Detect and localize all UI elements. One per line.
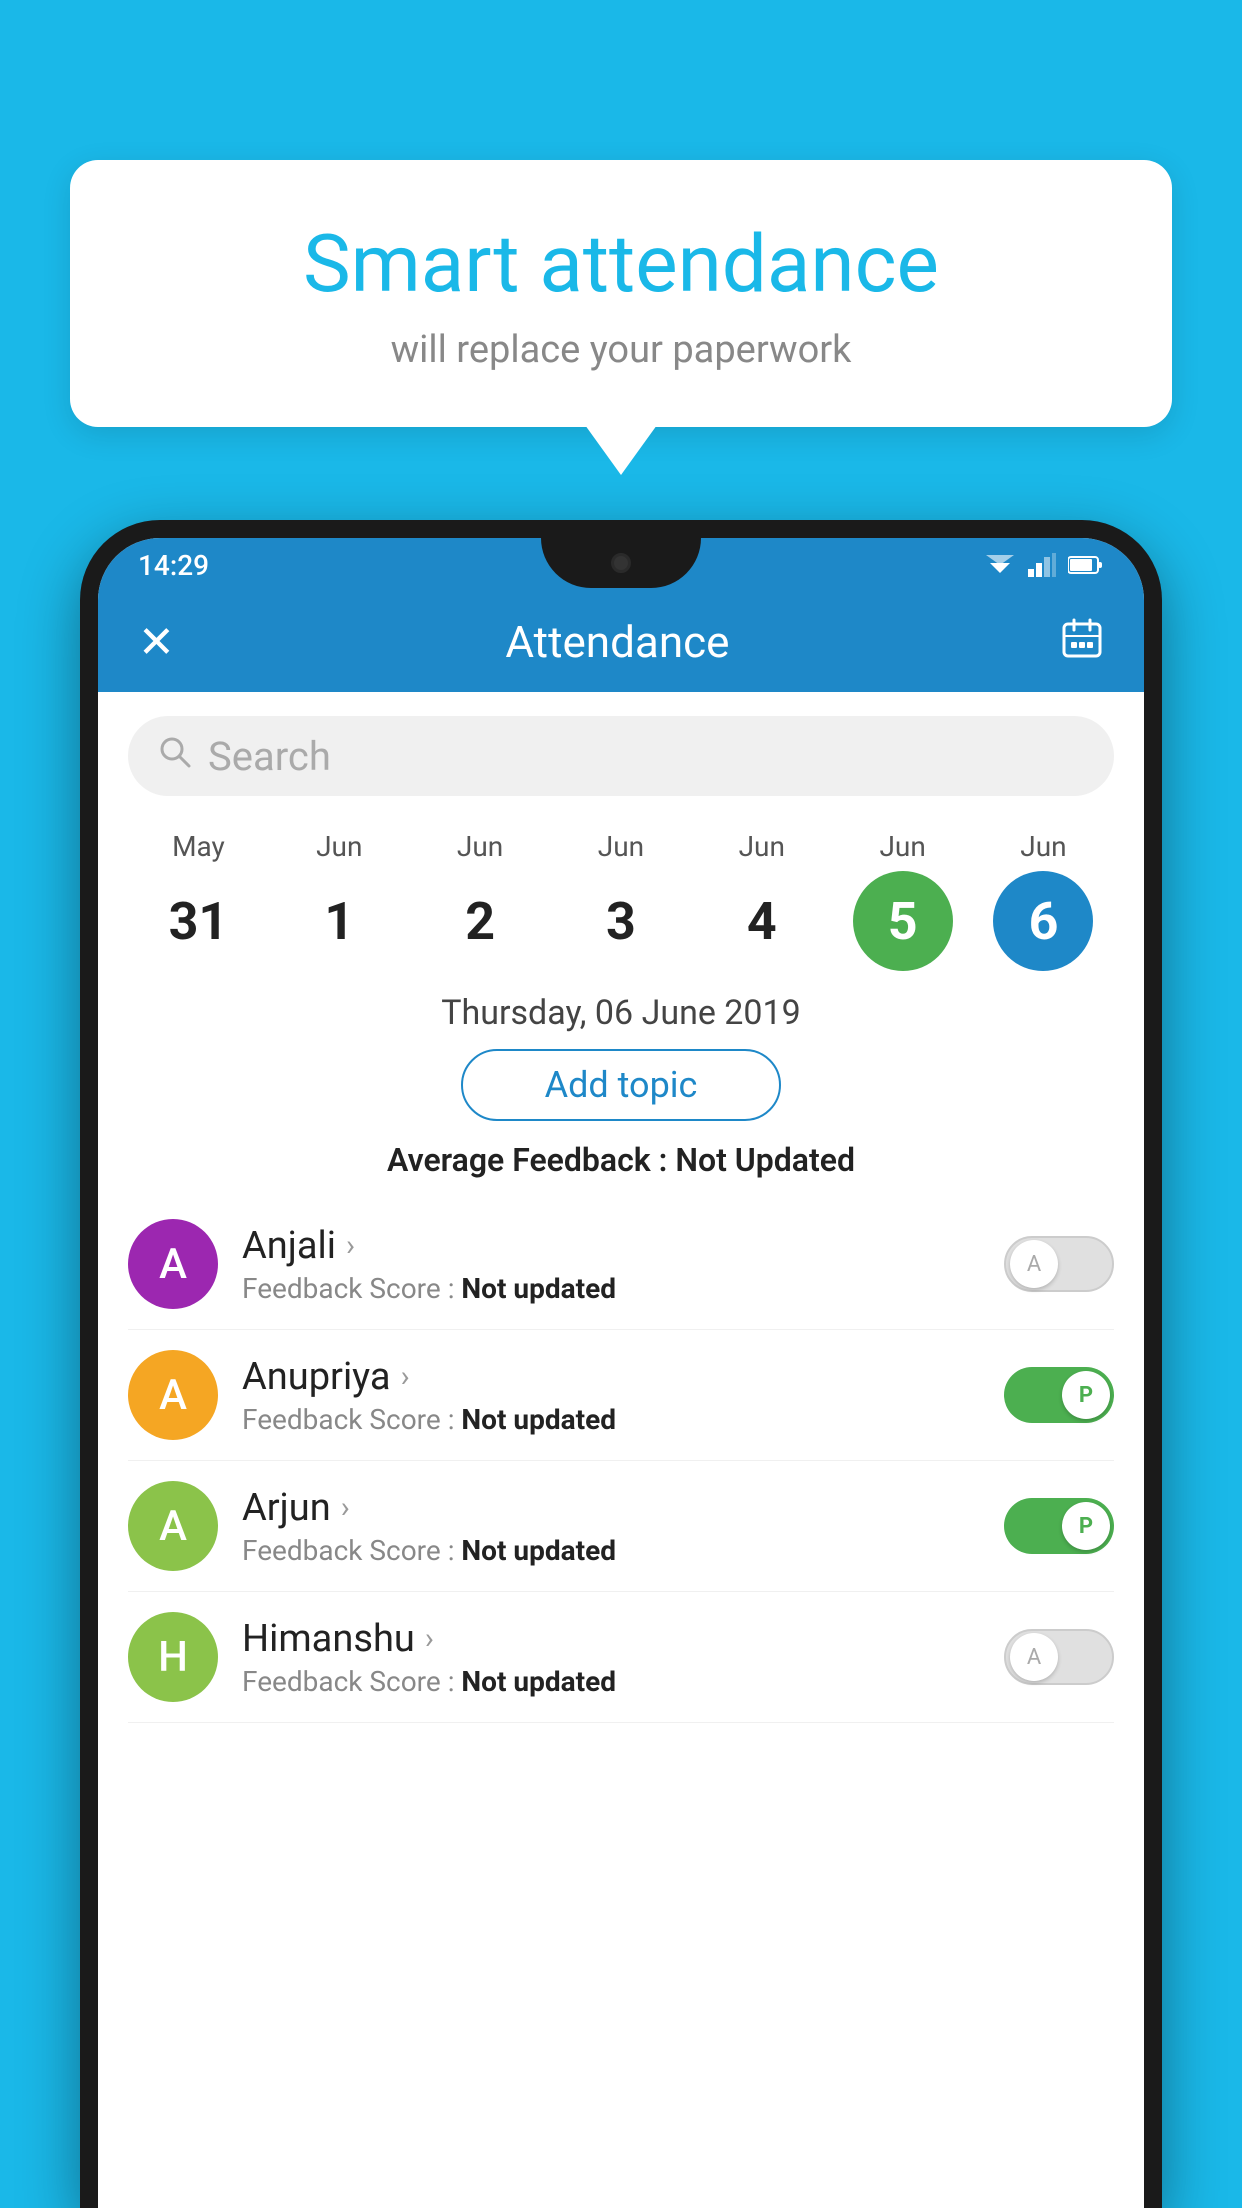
attendance-toggle[interactable]: A	[1004, 1236, 1114, 1292]
cal-month-label: Jun	[1020, 830, 1066, 863]
student-feedback: Feedback Score : Not updated	[242, 1272, 1004, 1305]
cal-day-6[interactable]: Jun 6	[983, 830, 1103, 971]
status-icons	[984, 553, 1104, 577]
student-item[interactable]: A Anupriya › Feedback Score : Not updated P	[128, 1330, 1114, 1461]
student-name: Anupriya ›	[242, 1355, 1004, 1399]
cal-day-2[interactable]: Jun 2	[420, 830, 540, 971]
chevron-right-icon: ›	[341, 1490, 350, 1525]
cal-day-4[interactable]: Jun 4	[702, 830, 822, 971]
cal-day-3[interactable]: Jun 3	[561, 830, 681, 971]
cal-month-label: Jun	[316, 830, 362, 863]
student-avatar: A	[128, 1350, 218, 1440]
search-input[interactable]: Search	[208, 733, 331, 780]
feedback-value: Not updated	[461, 1534, 616, 1567]
student-item[interactable]: AAnjali ›Feedback Score : Not updatedA	[128, 1199, 1114, 1330]
student-name: Himanshu ›	[242, 1617, 1004, 1661]
chevron-right-icon: ›	[401, 1359, 410, 1394]
selected-date-label: Thursday, 06 June 2019	[98, 993, 1144, 1033]
calendar-icon	[1060, 616, 1104, 660]
student-feedback: Feedback Score : Not updated	[242, 1534, 1004, 1567]
cal-num-label: 1	[289, 871, 389, 971]
speech-bubble: Smart attendance will replace your paper…	[70, 160, 1172, 427]
search-icon	[158, 735, 192, 778]
student-avatar: A	[128, 1219, 218, 1309]
toggle-knob: A	[1010, 1633, 1058, 1681]
student-name-text: Anupriya	[242, 1355, 391, 1399]
student-info: Anjali › Feedback Score : Not updated	[242, 1224, 1004, 1305]
signal-icon	[1028, 553, 1056, 577]
add-topic-button[interactable]: Add topic	[461, 1049, 781, 1121]
feedback-value: Not updated	[461, 1403, 616, 1436]
student-name-text: Himanshu	[242, 1617, 415, 1661]
cal-day-1[interactable]: Jun 1	[279, 830, 399, 971]
avg-feedback-value: Not Updated	[675, 1141, 855, 1179]
cal-num-label: 6	[993, 871, 1093, 971]
attendance-toggle[interactable]: P	[1004, 1367, 1114, 1423]
student-name-text: Arjun	[242, 1486, 331, 1530]
student-info: Anupriya › Feedback Score : Not updated	[242, 1355, 1004, 1436]
notch	[541, 538, 701, 588]
speech-bubble-subtitle: will replace your paperwork	[120, 328, 1122, 372]
toggle-knob: P	[1062, 1502, 1110, 1550]
cal-month-label: Jun	[739, 830, 785, 863]
status-time: 14:29	[138, 549, 209, 582]
avg-feedback-label: Average Feedback :	[387, 1141, 675, 1179]
feedback-value: Not updated	[461, 1665, 616, 1698]
phone-frame: 14:29	[80, 520, 1162, 2208]
attendance-toggle[interactable]: A	[1004, 1629, 1114, 1685]
cal-day-31[interactable]: May 31	[138, 830, 258, 971]
student-name: Anjali ›	[242, 1224, 1004, 1268]
cal-month-label: Jun	[457, 830, 503, 863]
student-name: Arjun ›	[242, 1486, 1004, 1530]
student-feedback: Feedback Score : Not updated	[242, 1403, 1004, 1436]
app-header: ✕ Attendance	[98, 592, 1144, 692]
chevron-right-icon: ›	[346, 1228, 355, 1263]
toggle-knob: A	[1010, 1240, 1058, 1288]
cal-month-label: Jun	[879, 830, 925, 863]
notch-camera	[611, 553, 631, 573]
cal-day-5[interactable]: Jun 5	[843, 830, 963, 971]
student-name-text: Anjali	[242, 1224, 336, 1268]
battery-icon	[1068, 555, 1104, 575]
student-info: Arjun › Feedback Score : Not updated	[242, 1486, 1004, 1567]
student-list: AAnjali ›Feedback Score : Not updatedAAA…	[98, 1199, 1144, 1723]
calendar-button[interactable]	[1060, 616, 1104, 669]
cal-month-label: Jun	[598, 830, 644, 863]
calendar-row: May 31 Jun 1 Jun 2 Jun 3 Jun 4 Jun 5 Jun 6	[98, 820, 1144, 975]
cal-num-label: 3	[571, 871, 671, 971]
cal-num-label: 2	[430, 871, 530, 971]
cal-num-label: 4	[712, 871, 812, 971]
student-feedback: Feedback Score : Not updated	[242, 1665, 1004, 1698]
close-button[interactable]: ✕	[138, 616, 175, 668]
search-bar[interactable]: Search	[128, 716, 1114, 796]
student-avatar: A	[128, 1481, 218, 1571]
feedback-value: Not updated	[461, 1272, 616, 1305]
wifi-icon	[984, 553, 1016, 577]
student-info: Himanshu › Feedback Score : Not updated	[242, 1617, 1004, 1698]
toggle-knob: P	[1062, 1371, 1110, 1419]
cal-num-label: 5	[853, 871, 953, 971]
student-item[interactable]: A Arjun › Feedback Score : Not updated P	[128, 1461, 1114, 1592]
chevron-right-icon: ›	[425, 1621, 434, 1656]
status-bar: 14:29	[98, 538, 1144, 592]
cal-month-label: May	[172, 830, 225, 863]
cal-num-label: 31	[148, 871, 248, 971]
student-avatar: H	[128, 1612, 218, 1702]
student-item[interactable]: H Himanshu › Feedback Score : Not updatedA	[128, 1592, 1114, 1723]
speech-bubble-title: Smart attendance	[120, 220, 1122, 308]
avg-feedback: Average Feedback : Not Updated	[98, 1141, 1144, 1179]
phone-screen: 14:29	[98, 538, 1144, 2208]
header-title: Attendance	[505, 616, 729, 668]
attendance-toggle[interactable]: P	[1004, 1498, 1114, 1554]
